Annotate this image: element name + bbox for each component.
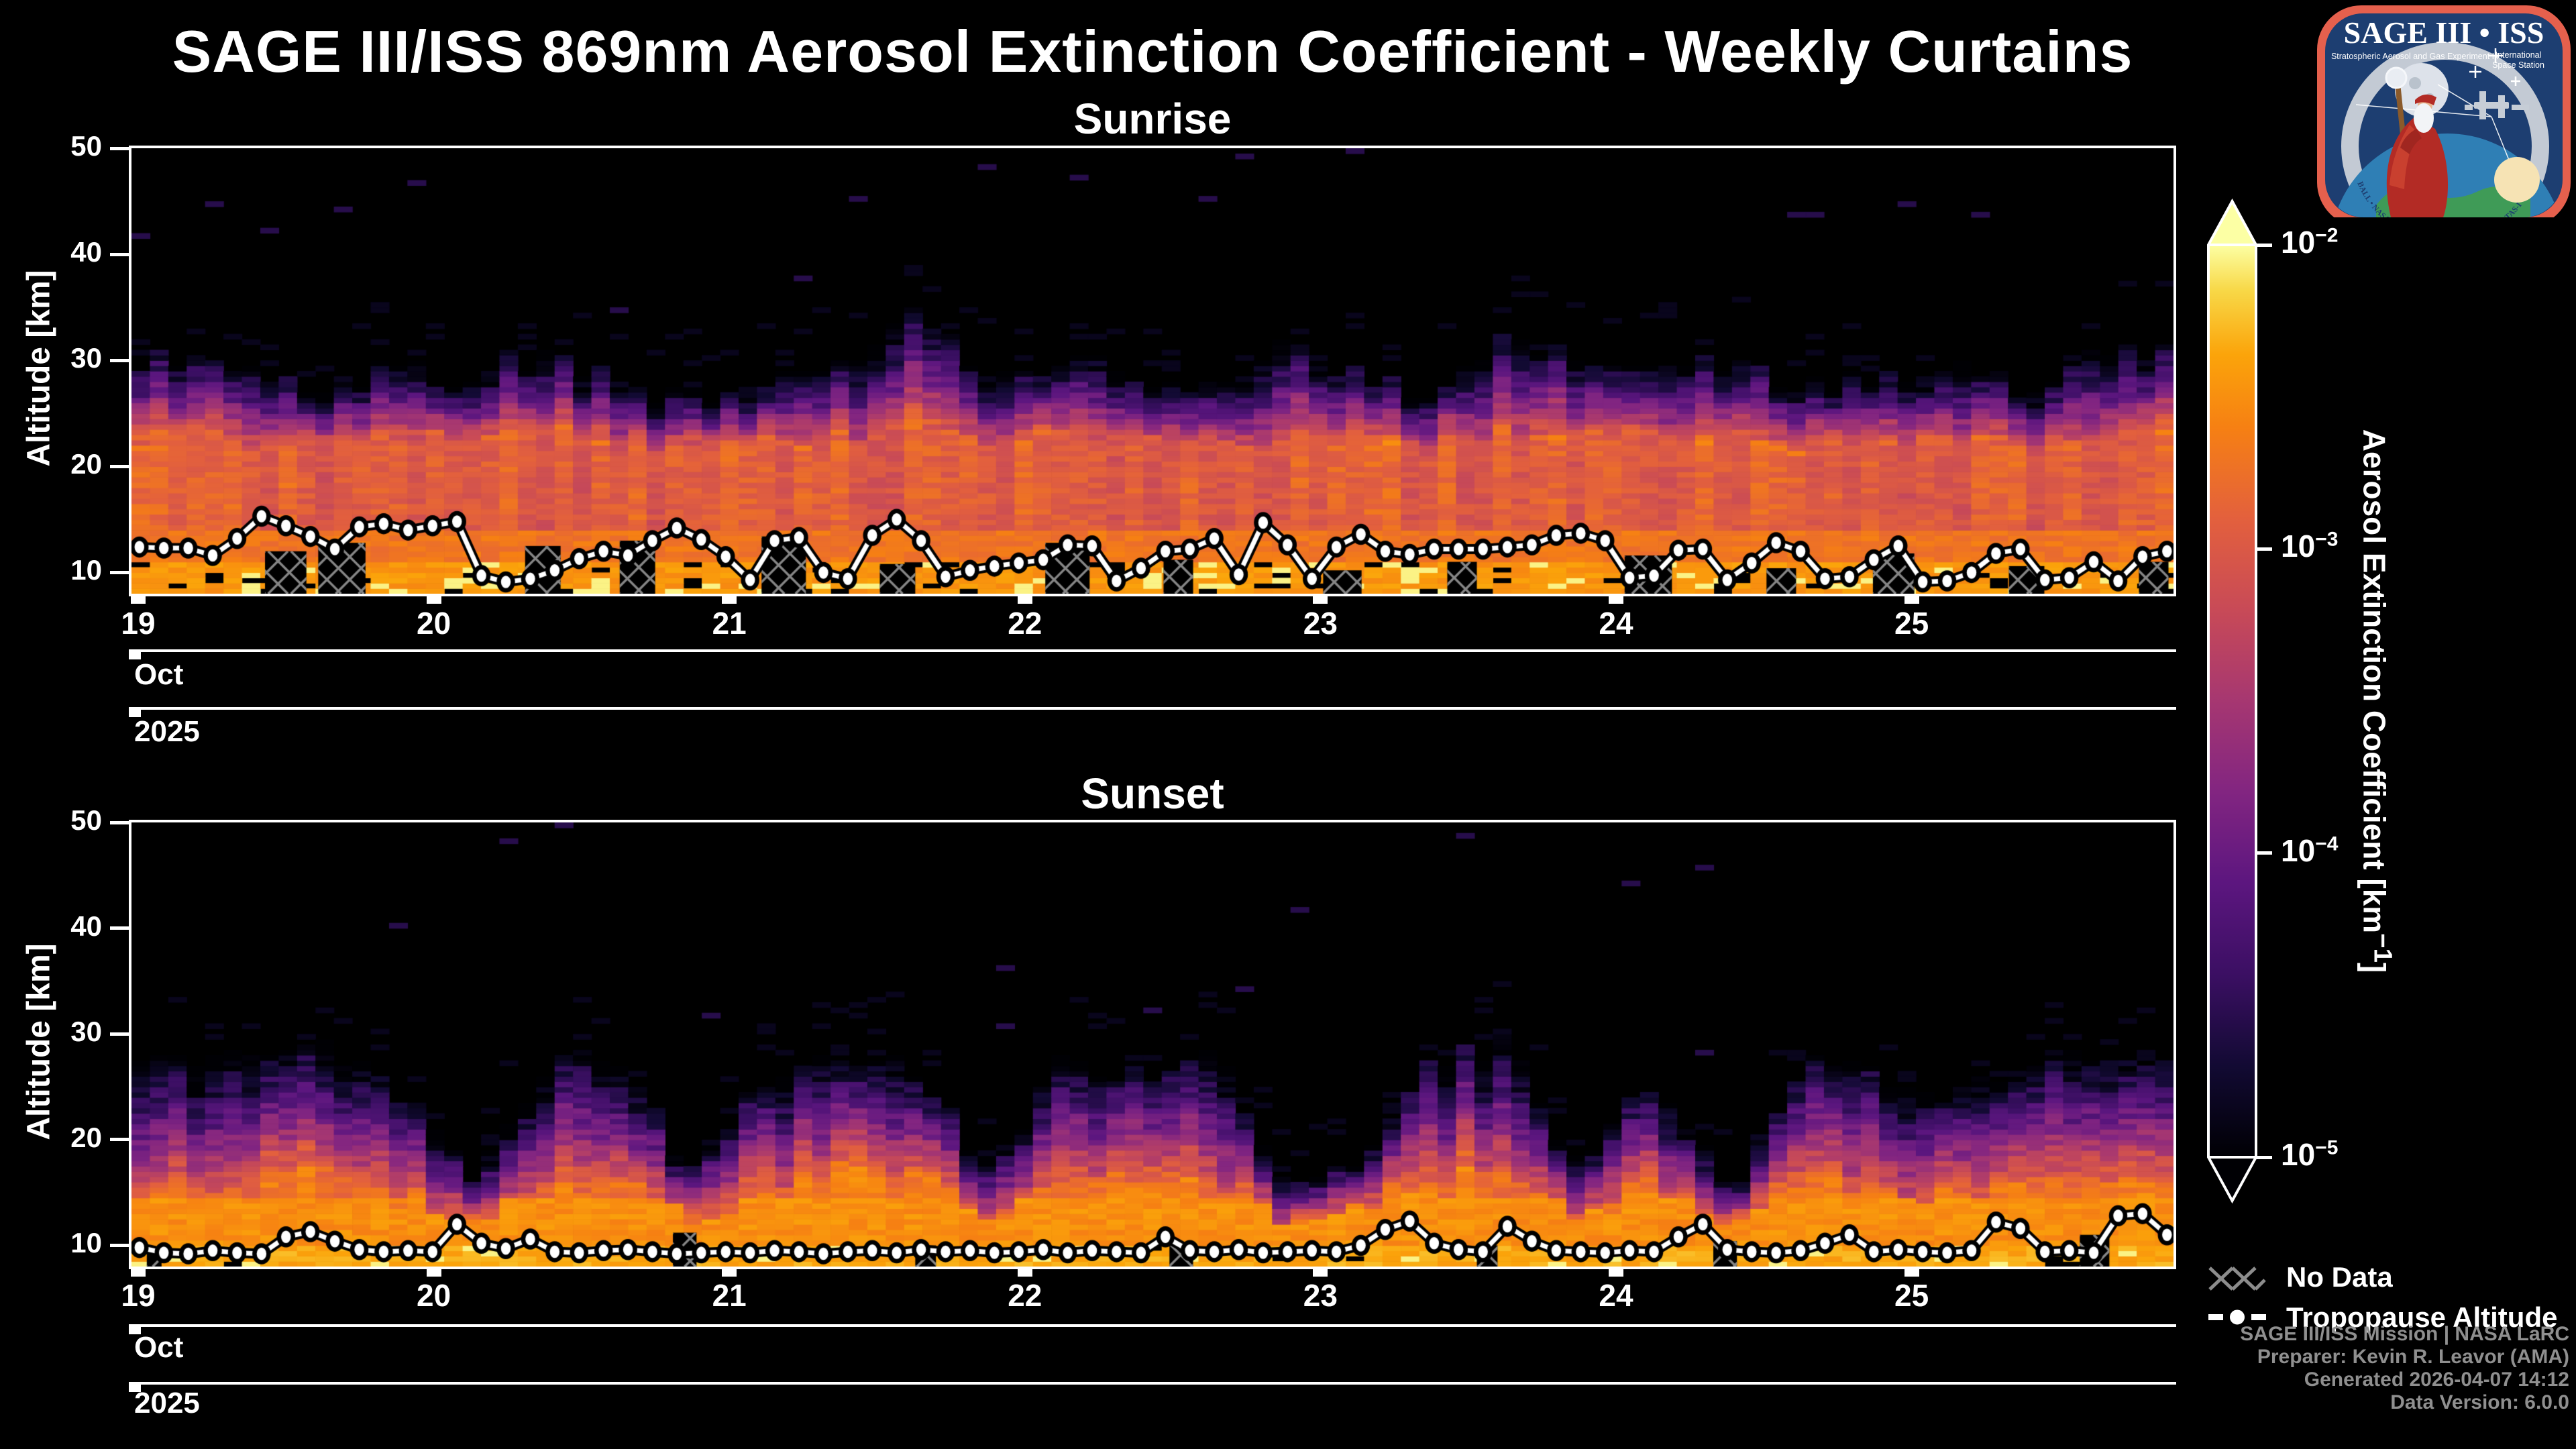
attribution-line: Preparer: Kevin R. Leavor (AMA) (2257, 1346, 2569, 1368)
x-tick-mark (722, 1267, 737, 1277)
x-tick-mark (1313, 594, 1328, 604)
x-tick-label: 25 (1894, 606, 1929, 641)
colorbar-tick-mark (2256, 1155, 2272, 1159)
colorbar-axis-label: Aerosol Extinction Coefficient [km−1] (2357, 429, 2398, 973)
date-axis-month-label: Oct (134, 1331, 184, 1364)
y-tick-mark (110, 1243, 129, 1247)
patch-subtitle-right: Space Station (2492, 60, 2544, 70)
mission-patch-logo: BALL • NASA LANGLEY RESEARCH CENTER • TA… (2317, 5, 2571, 217)
x-tick-label: 21 (712, 1278, 747, 1313)
no-data-hatch-swatch (2208, 1267, 2266, 1291)
y-tick-mark (110, 926, 129, 930)
x-tick-mark (1017, 1267, 1032, 1277)
y-tick-label: 50 (70, 804, 102, 836)
date-axis-year-line (129, 1382, 2176, 1385)
figure-title: SAGE III/ISS 869nm Aerosol Extinction Co… (172, 18, 2133, 85)
patch-sun (2494, 157, 2540, 203)
colorbar-tick-mark (2256, 243, 2272, 247)
y-tick-mark (110, 1032, 129, 1036)
x-tick-label: 20 (417, 1278, 451, 1313)
colorbar-tick-mark (2256, 851, 2272, 855)
colorbar-tick-label: 10−2 (2281, 224, 2339, 260)
date-axis-month-label: Oct (134, 658, 184, 691)
y-tick-mark (110, 570, 129, 574)
x-tick-label: 21 (712, 606, 747, 641)
patch-subtitle-right: International (2496, 50, 2542, 60)
y-tick-label: 50 (70, 130, 102, 162)
date-axis-month-line (129, 1324, 2176, 1327)
figure-root: SAGE III/ISS 869nm Aerosol Extinction Co… (0, 0, 2576, 1449)
y-tick-mark (110, 358, 129, 362)
y-tick-label: 10 (70, 1227, 102, 1259)
colorbar (2207, 198, 2257, 1204)
x-tick-label: 24 (1599, 1278, 1633, 1313)
x-tick-label: 20 (417, 606, 451, 641)
date-axis-month-line (129, 649, 2176, 652)
y-tick-mark (110, 464, 129, 468)
x-tick-mark (1609, 594, 1623, 604)
x-tick-mark (1904, 594, 1919, 604)
y-tick-label: 40 (70, 236, 102, 268)
patch-subtitle-left: Stratospheric Aerosol and Gas Experiment… (2331, 52, 2499, 61)
colorbar-tick-label: 10−4 (2281, 833, 2339, 868)
no-data-legend-label: No Data (2286, 1261, 2393, 1293)
y-tick-mark (110, 146, 129, 150)
x-tick-label: 19 (121, 1278, 156, 1313)
x-tick-mark (722, 594, 737, 604)
sunrise-heatmap-canvas (131, 148, 2174, 594)
patch-title: SAGE III • ISS (2344, 15, 2544, 50)
attribution-line: Data Version: 6.0.0 (2390, 1391, 2569, 1413)
y-axis-label: Altitude [km] (21, 943, 57, 1140)
x-tick-label: 19 (121, 606, 156, 641)
y-tick-label: 40 (70, 910, 102, 942)
x-tick-mark (426, 594, 441, 604)
x-tick-label: 24 (1599, 606, 1633, 641)
y-tick-mark (110, 252, 129, 256)
colorbar-tick-label: 10−3 (2281, 528, 2339, 564)
x-tick-mark (1904, 1267, 1919, 1277)
x-tick-mark (426, 1267, 441, 1277)
x-tick-label: 23 (1303, 606, 1338, 641)
colorbar-tick-label: 10−5 (2281, 1136, 2339, 1172)
x-tick-mark (1609, 1267, 1623, 1277)
colorbar-gradient-arrow (2207, 198, 2257, 1204)
sunset-heatmap-canvas (131, 822, 2174, 1267)
y-tick-mark (110, 820, 129, 824)
sunrise-subtitle: Sunrise (1073, 95, 1232, 143)
attribution-block: SAGE III/ISS Mission | NASA LaRC Prepare… (2240, 1323, 2569, 1414)
x-tick-mark (131, 594, 146, 604)
attribution-line: SAGE III/ISS Mission | NASA LaRC (2240, 1323, 2569, 1345)
sunrise-panel (129, 146, 2176, 596)
date-axis-year-line (129, 707, 2176, 710)
x-tick-label: 23 (1303, 1278, 1338, 1313)
date-axis-year-label: 2025 (134, 715, 200, 748)
attribution-line: Generated 2026-04-07 14:12 (2304, 1368, 2569, 1391)
colorbar-tick-mark (2256, 547, 2272, 551)
y-tick-mark (110, 1138, 129, 1142)
x-tick-label: 25 (1894, 1278, 1929, 1313)
x-tick-mark (1017, 594, 1032, 604)
x-tick-mark (1313, 1267, 1328, 1277)
x-tick-label: 22 (1008, 1278, 1042, 1313)
sunset-subtitle: Sunset (1081, 769, 1224, 818)
x-tick-mark (131, 1267, 146, 1277)
y-tick-label: 10 (70, 554, 102, 586)
date-axis-year-label: 2025 (134, 1387, 200, 1419)
x-tick-label: 22 (1008, 606, 1042, 641)
y-axis-label: Altitude [km] (21, 270, 57, 467)
sunset-panel (129, 820, 2176, 1269)
